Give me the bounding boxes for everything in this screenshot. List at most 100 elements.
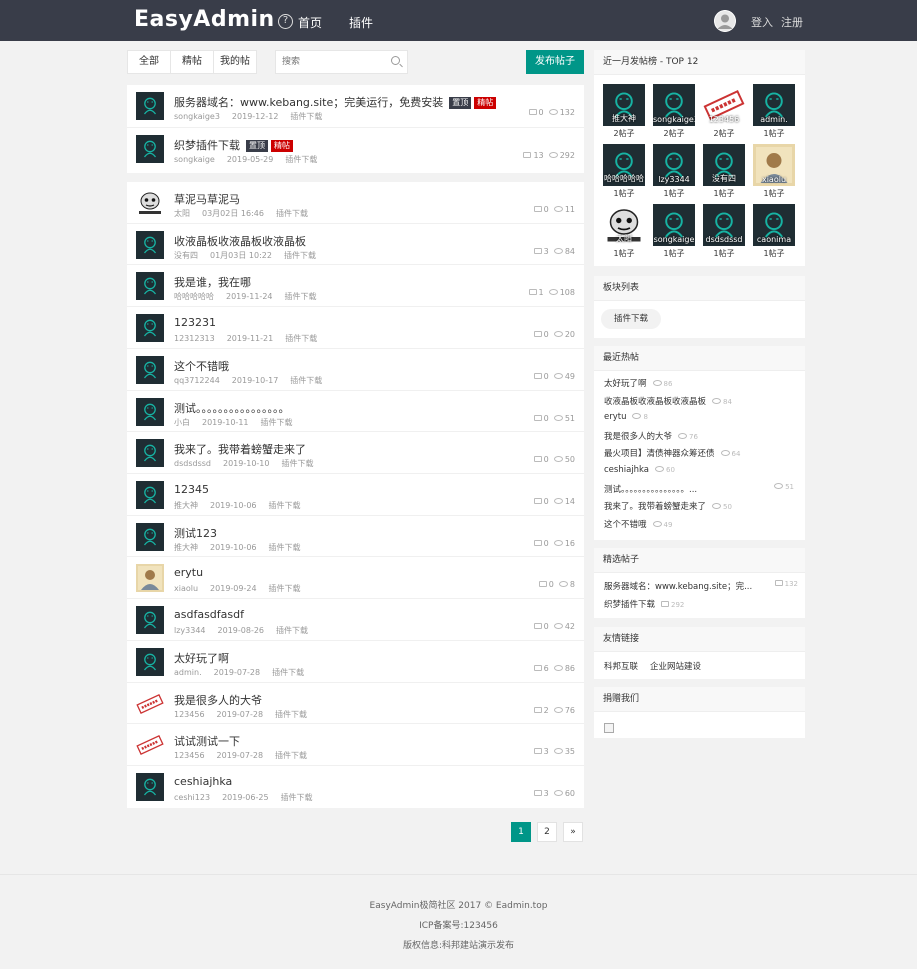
user-avatar-icon[interactable] (714, 10, 736, 32)
search-icon[interactable] (391, 56, 400, 65)
avatar[interactable] (136, 135, 164, 163)
post-title[interactable]: 试试测试一下 (174, 733, 240, 749)
post-title[interactable]: 我来了。我带着螃蟹走来了 (174, 441, 306, 457)
hot-post-item[interactable]: 我来了。我带着螃蟹走来了 50 (604, 500, 732, 512)
post-title[interactable]: 测试。。。。。。。。。。。。。。。。 (174, 400, 290, 416)
post-title[interactable]: 123231 (174, 316, 216, 329)
list-item[interactable]: 试试测试一下 123456 2019-07-28 插件下载 3 35 (127, 724, 584, 767)
list-item[interactable]: 织梦插件下载 置顶 精帖 songkaige 2019-05-29 插件下载 13 29… (127, 128, 584, 172)
poster-avatar[interactable]: 没有四 (703, 144, 745, 186)
post-title[interactable]: 我是很多人的大爷 (174, 692, 262, 708)
post-author[interactable]: admin. (174, 668, 202, 677)
post-category[interactable]: 插件下载 (290, 376, 322, 385)
page-1[interactable]: 1 (511, 822, 531, 842)
poster-avatar[interactable]: dsdsdssd (703, 204, 745, 246)
poster-avatar[interactable]: 太阳 (603, 204, 645, 246)
hot-post-item[interactable]: 太好玩了啊 86 (604, 377, 672, 389)
post-category[interactable]: 插件下载 (276, 209, 308, 218)
list-item[interactable]: 我来了。我带着螃蟹走来了 dsdsdssd 2019-10-10 插件下载 0 50 (127, 432, 584, 475)
poster-avatar[interactable]: lzy3344 (653, 144, 695, 186)
page-next[interactable]: » (563, 822, 583, 842)
post-title[interactable]: 12345 (174, 483, 209, 496)
post-title[interactable]: ceshiajhka (174, 775, 232, 788)
post-title[interactable]: 太好玩了啊 (174, 650, 229, 666)
poster-avatar[interactable]: songkaige3 (653, 84, 695, 126)
tab-fine[interactable]: 精帖 (171, 51, 214, 73)
avatar[interactable] (136, 689, 164, 718)
post-author[interactable]: dsdsdssd (174, 459, 211, 468)
hot-post-item[interactable]: 最火项目】清债神器众筹还债 64 (604, 447, 740, 459)
post-title[interactable]: 草泥马草泥马 (174, 191, 240, 207)
nav-home[interactable]: ? 首页 (278, 14, 322, 31)
login-link[interactable]: 登入 (751, 14, 773, 30)
post-title[interactable]: 这个不错哦 (174, 358, 229, 374)
avatar[interactable] (136, 773, 164, 802)
post-author[interactable]: 推大神 (174, 543, 198, 552)
top-poster[interactable]: caonima 1帖子 (753, 204, 795, 259)
avatar[interactable] (136, 314, 164, 343)
list-item[interactable]: 草泥马草泥马 太阳 03月02日 16:46 插件下载 0 11 (127, 182, 584, 224)
avatar[interactable] (136, 647, 164, 676)
avatar[interactable] (136, 230, 164, 259)
post-category[interactable]: 插件下载 (275, 751, 307, 760)
new-post-button[interactable]: 发布帖子 (526, 50, 584, 74)
link-item[interactable]: 科邦互联 (604, 660, 638, 672)
post-author[interactable]: ceshi123 (174, 793, 210, 802)
post-author[interactable]: 没有四 (174, 251, 198, 260)
post-title[interactable]: 测试123 (174, 525, 217, 541)
list-item[interactable]: asdfasdfasdf lzy3344 2019-08-26 插件下载 0 42 (127, 599, 584, 641)
top-poster[interactable]: songkaige3 2帖子 (653, 84, 695, 139)
avatar[interactable] (136, 522, 164, 551)
avatar[interactable] (136, 92, 164, 120)
hot-post-item[interactable]: erytu 8 (604, 412, 648, 422)
avatar[interactable] (136, 355, 164, 384)
post-author[interactable]: 小白 (174, 418, 190, 427)
list-item[interactable]: 123231 12312313 2019-11-21 插件下载 0 20 (127, 307, 584, 349)
post-title[interactable]: 收液晶板收液晶板收液晶板 (174, 233, 306, 249)
nav-plugin[interactable]: 插件 (349, 14, 373, 31)
link-item[interactable]: 企业网站建设 (650, 660, 701, 672)
post-category[interactable]: 插件下载 (285, 292, 317, 301)
top-poster[interactable]: songkaige 1帖子 (653, 204, 695, 259)
post-category[interactable]: 插件下载 (269, 584, 301, 593)
search-input[interactable] (276, 51, 386, 73)
post-author[interactable]: songkaige3 (174, 112, 220, 121)
poster-avatar[interactable]: 123456 (703, 84, 745, 126)
post-category[interactable]: 插件下载 (275, 710, 307, 719)
top-poster[interactable]: lzy3344 1帖子 (653, 144, 695, 199)
list-item[interactable]: 我是谁，我在哪 哈哈哈哈哈 2019-11-24 插件下载 1 108 (127, 265, 584, 308)
top-poster[interactable]: xiaolu 1帖子 (753, 144, 795, 199)
tab-mine[interactable]: 我的帖 (214, 51, 256, 73)
post-author[interactable]: lzy3344 (174, 626, 206, 635)
top-poster[interactable]: 哈哈哈哈哈 1帖子 (603, 144, 645, 199)
featured-item[interactable]: 服务器域名：www.kebang.site；完... 132 (604, 580, 798, 592)
post-author[interactable]: qq3712244 (174, 376, 220, 385)
avatar[interactable] (136, 189, 164, 217)
poster-avatar[interactable]: 推大神 (603, 84, 645, 126)
list-item[interactable]: 测试123 推大神 2019-10-06 插件下载 0 16 (127, 516, 584, 558)
list-item[interactable]: 我是很多人的大爷 123456 2019-07-28 插件下载 2 76 (127, 683, 584, 725)
post-author[interactable]: 推大神 (174, 501, 198, 510)
post-title[interactable]: 服务器域名：www.kebang.site；完美运行，免费安装 置顶 精帖 (174, 94, 497, 110)
poster-avatar[interactable]: 哈哈哈哈哈 (603, 144, 645, 186)
register-link[interactable]: 注册 (781, 14, 803, 30)
post-title[interactable]: 我是谁，我在哪 (174, 274, 251, 290)
post-category[interactable]: 插件下载 (284, 251, 316, 260)
post-title[interactable]: asdfasdfasdf (174, 608, 244, 621)
board-chip[interactable]: 插件下载 (601, 309, 662, 329)
site-logo[interactable]: EasyAdmin (134, 7, 275, 32)
hot-post-item[interactable]: ceshiajhka 60 (604, 465, 675, 475)
avatar[interactable] (136, 731, 164, 760)
top-poster[interactable]: 推大神 2帖子 (603, 84, 645, 139)
post-category[interactable]: 插件下载 (269, 543, 301, 552)
post-category[interactable]: 插件下载 (281, 793, 313, 802)
post-author[interactable]: 哈哈哈哈哈 (174, 292, 214, 301)
hot-post-item[interactable]: 测试。。。。。。。。。。。。。。。... 51 (604, 482, 794, 495)
post-category[interactable]: 插件下载 (272, 668, 304, 677)
post-category[interactable]: 插件下载 (290, 112, 322, 121)
top-poster[interactable]: dsdsdssd 1帖子 (703, 204, 745, 259)
post-category[interactable]: 插件下载 (276, 626, 308, 635)
poster-avatar[interactable]: caonima (753, 204, 795, 246)
list-item[interactable]: 太好玩了啊 admin. 2019-07-28 插件下载 6 86 (127, 641, 584, 683)
avatar[interactable] (136, 564, 164, 593)
